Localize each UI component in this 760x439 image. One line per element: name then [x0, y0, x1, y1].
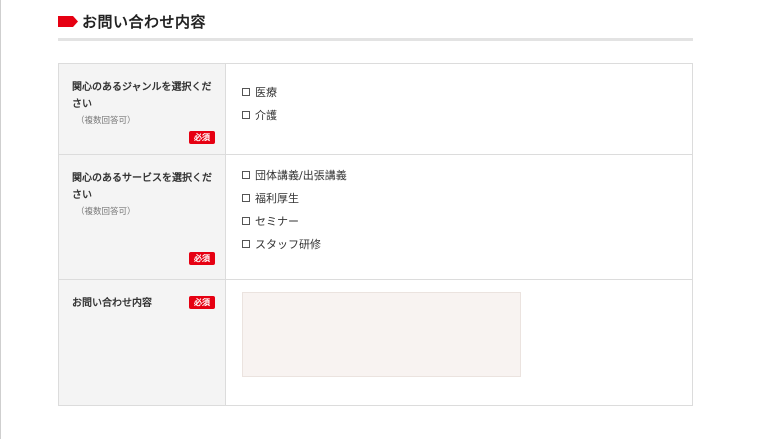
red-tag-icon	[58, 16, 78, 27]
checkbox-icon[interactable]	[242, 193, 250, 202]
service-options: 団体講義/出張講義 福利厚生 セミナー スタッフ研修	[226, 155, 692, 279]
option-label: 医療	[255, 85, 277, 99]
checkbox-icon[interactable]	[242, 110, 250, 119]
option-label: 団体講義/出張講義	[255, 168, 347, 182]
checkbox-icon[interactable]	[242, 216, 250, 225]
option-label: 介護	[255, 108, 277, 122]
inquiry-form-table: 関心のあるジャンルを選択ください （複数回答可） 必須 医療 介護 関心のあるサ…	[58, 63, 693, 406]
checkbox-option-seminar[interactable]: セミナー	[242, 209, 692, 232]
form-row-genre: 関心のあるジャンルを選択ください （複数回答可） 必須 医療 介護	[59, 64, 692, 155]
section-title: お問い合わせ内容	[82, 13, 207, 31]
checkbox-option-care[interactable]: 介護	[242, 103, 692, 126]
page-left-edge	[0, 0, 1, 439]
section-heading: お問い合わせ内容	[58, 10, 693, 41]
checkbox-option-welfare[interactable]: 福利厚生	[242, 186, 692, 209]
row-label-genre: 関心のあるジャンルを選択ください （複数回答可） 必須	[59, 64, 226, 154]
required-badge: 必須	[189, 131, 215, 144]
option-label: 福利厚生	[255, 191, 299, 205]
row-label-service: 関心のあるサービスを選択ください （複数回答可） 必須	[59, 155, 226, 279]
required-badge: 必須	[189, 296, 215, 309]
service-multiple-note: （複数回答可）	[76, 207, 136, 217]
checkbox-icon[interactable]	[242, 170, 250, 179]
option-label: スタッフ研修	[255, 237, 321, 251]
option-label: セミナー	[255, 214, 299, 228]
service-label: 関心のあるサービスを選択ください	[72, 173, 212, 201]
checkbox-option-medical[interactable]: 医療	[242, 80, 692, 103]
inquiry-textarea[interactable]	[242, 292, 521, 377]
genre-options: 医療 介護	[226, 64, 692, 154]
checkbox-option-group-lecture[interactable]: 団体講義/出張講義	[242, 163, 692, 186]
genre-label: 関心のあるジャンルを選択ください	[72, 82, 212, 110]
form-row-inquiry: お問い合わせ内容 必須	[59, 280, 692, 405]
genre-multiple-note: （複数回答可）	[76, 116, 136, 126]
checkbox-option-staff-training[interactable]: スタッフ研修	[242, 232, 692, 255]
form-row-service: 関心のあるサービスを選択ください （複数回答可） 必須 団体講義/出張講義 福利…	[59, 155, 692, 280]
inquiry-input-area	[226, 280, 692, 405]
checkbox-icon[interactable]	[242, 87, 250, 96]
row-label-inquiry: お問い合わせ内容 必須	[59, 280, 226, 405]
checkbox-icon[interactable]	[242, 239, 250, 248]
required-badge: 必須	[189, 252, 215, 265]
